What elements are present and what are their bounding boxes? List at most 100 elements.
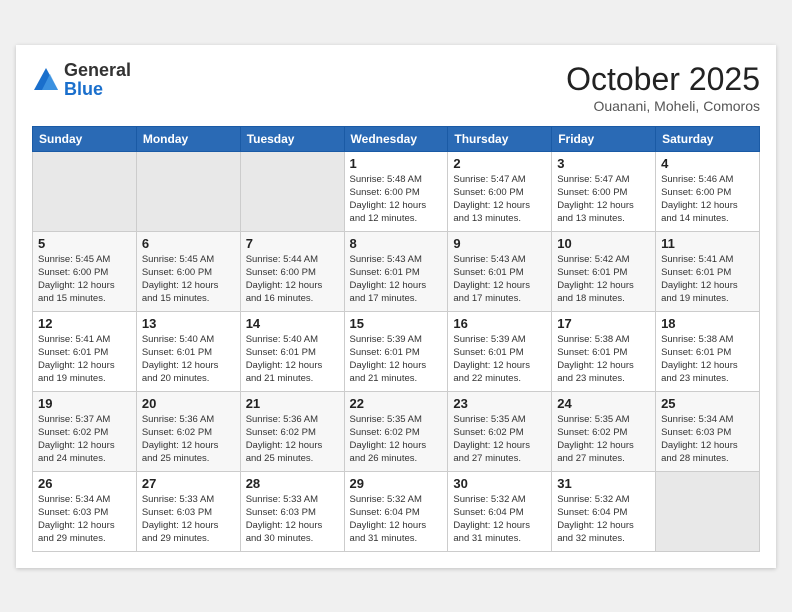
- day-info: Sunrise: 5:35 AMSunset: 6:02 PMDaylight:…: [350, 413, 443, 466]
- logo-general: General: [64, 61, 131, 81]
- day-info: Sunrise: 5:47 AMSunset: 6:00 PMDaylight:…: [453, 173, 546, 226]
- day-info: Sunrise: 5:36 AMSunset: 6:02 PMDaylight:…: [246, 413, 339, 466]
- calendar-cell: 5 Sunrise: 5:45 AMSunset: 6:00 PMDaylight…: [33, 231, 137, 311]
- day-number: 8: [350, 236, 443, 251]
- day-number: 16: [453, 316, 546, 331]
- day-info: Sunrise: 5:37 AMSunset: 6:02 PMDaylight:…: [38, 413, 131, 466]
- day-info: Sunrise: 5:43 AMSunset: 6:01 PMDaylight:…: [350, 253, 443, 306]
- day-number: 29: [350, 476, 443, 491]
- calendar-grid: SundayMondayTuesdayWednesdayThursdayFrid…: [32, 126, 760, 552]
- day-number: 12: [38, 316, 131, 331]
- logo-icon: [32, 66, 60, 94]
- title-block: October 2025 Ouanani, Moheli, Comoros: [566, 61, 760, 114]
- day-info: Sunrise: 5:40 AMSunset: 6:01 PMDaylight:…: [246, 333, 339, 386]
- day-number: 6: [142, 236, 235, 251]
- day-number: 27: [142, 476, 235, 491]
- weekday-header: Friday: [552, 126, 656, 151]
- calendar-week-row: 19Sunrise: 5:37 AMSunset: 6:02 PMDayligh…: [33, 391, 760, 471]
- day-number: 2: [453, 156, 546, 171]
- calendar-week-row: 12Sunrise: 5:41 AMSunset: 6:01 PMDayligh…: [33, 311, 760, 391]
- weekday-header: Wednesday: [344, 126, 448, 151]
- day-number: 22: [350, 396, 443, 411]
- day-info: Sunrise: 5:39 AMSunset: 6:01 PMDaylight:…: [350, 333, 443, 386]
- calendar-cell: 14Sunrise: 5:40 AMSunset: 6:01 PMDayligh…: [240, 311, 344, 391]
- day-info: Sunrise: 5:32 AMSunset: 6:04 PMDaylight:…: [557, 493, 650, 546]
- day-info: Sunrise: 5:42 AMSunset: 6:01 PMDaylight:…: [557, 253, 650, 306]
- calendar-cell: 7Sunrise: 5:44 AMSunset: 6:00 PMDaylight…: [240, 231, 344, 311]
- calendar-cell: 1 Sunrise: 5:48 AMSunset: 6:00 PMDaylight…: [344, 151, 448, 231]
- calendar-cell: 25 Sunrise: 5:34 AMSunset: 6:03 PMDayligh…: [656, 391, 760, 471]
- weekday-header: Saturday: [656, 126, 760, 151]
- logo-text: General Blue: [64, 61, 131, 101]
- day-info: Sunrise: 5:33 AMSunset: 6:03 PMDaylight:…: [246, 493, 339, 546]
- day-info: Sunrise: 5:34 AMSunset: 6:03 PMDaylight:…: [38, 493, 131, 546]
- weekday-header: Tuesday: [240, 126, 344, 151]
- calendar-body: 1 Sunrise: 5:48 AMSunset: 6:00 PMDaylight…: [33, 151, 760, 551]
- day-number: 18: [661, 316, 754, 331]
- calendar-header-row: SundayMondayTuesdayWednesdayThursdayFrid…: [33, 126, 760, 151]
- calendar-cell: 16Sunrise: 5:39 AMSunset: 6:01 PMDayligh…: [448, 311, 552, 391]
- calendar-cell: [656, 471, 760, 551]
- calendar-cell: 11 Sunrise: 5:41 AMSunset: 6:01 PMDayligh…: [656, 231, 760, 311]
- calendar-cell: 18Sunrise: 5:38 AMSunset: 6:01 PMDayligh…: [656, 311, 760, 391]
- calendar-week-row: 26 Sunrise: 5:34 AMSunset: 6:03 PMDayligh…: [33, 471, 760, 551]
- calendar-cell: 2 Sunrise: 5:47 AMSunset: 6:00 PMDaylight…: [448, 151, 552, 231]
- weekday-header: Thursday: [448, 126, 552, 151]
- day-info: Sunrise: 5:45 AMSunset: 6:00 PMDaylight:…: [38, 253, 131, 306]
- day-info: Sunrise: 5:35 AMSunset: 6:02 PMDaylight:…: [557, 413, 650, 466]
- calendar-cell: 27 Sunrise: 5:33 AMSunset: 6:03 PMDayligh…: [136, 471, 240, 551]
- day-number: 23: [453, 396, 546, 411]
- calendar-cell: 3Sunrise: 5:47 AMSunset: 6:00 PMDaylight…: [552, 151, 656, 231]
- day-info: Sunrise: 5:43 AMSunset: 6:01 PMDaylight:…: [453, 253, 546, 306]
- calendar-cell: 9 Sunrise: 5:43 AMSunset: 6:01 PMDaylight…: [448, 231, 552, 311]
- calendar-cell: 30Sunrise: 5:32 AMSunset: 6:04 PMDayligh…: [448, 471, 552, 551]
- logo-blue: Blue: [64, 80, 131, 100]
- calendar-week-row: 1 Sunrise: 5:48 AMSunset: 6:00 PMDaylight…: [33, 151, 760, 231]
- day-info: Sunrise: 5:41 AMSunset: 6:01 PMDaylight:…: [661, 253, 754, 306]
- calendar-cell: [240, 151, 344, 231]
- calendar-header: General Blue October 2025 Ouanani, Mohel…: [32, 61, 760, 114]
- calendar-week-row: 5 Sunrise: 5:45 AMSunset: 6:00 PMDaylight…: [33, 231, 760, 311]
- day-info: Sunrise: 5:34 AMSunset: 6:03 PMDaylight:…: [661, 413, 754, 466]
- day-number: 13: [142, 316, 235, 331]
- day-info: Sunrise: 5:32 AMSunset: 6:04 PMDaylight:…: [453, 493, 546, 546]
- calendar-cell: 4Sunrise: 5:46 AMSunset: 6:00 PMDaylight…: [656, 151, 760, 231]
- day-info: Sunrise: 5:45 AMSunset: 6:00 PMDaylight:…: [142, 253, 235, 306]
- day-info: Sunrise: 5:33 AMSunset: 6:03 PMDaylight:…: [142, 493, 235, 546]
- day-number: 28: [246, 476, 339, 491]
- calendar-cell: 15Sunrise: 5:39 AMSunset: 6:01 PMDayligh…: [344, 311, 448, 391]
- calendar-cell: 23Sunrise: 5:35 AMSunset: 6:02 PMDayligh…: [448, 391, 552, 471]
- weekday-header: Sunday: [33, 126, 137, 151]
- logo: General Blue: [32, 61, 131, 101]
- location: Ouanani, Moheli, Comoros: [566, 98, 760, 114]
- calendar-cell: 26 Sunrise: 5:34 AMSunset: 6:03 PMDayligh…: [33, 471, 137, 551]
- calendar-cell: 29 Sunrise: 5:32 AMSunset: 6:04 PMDayligh…: [344, 471, 448, 551]
- day-number: 24: [557, 396, 650, 411]
- calendar-cell: 6 Sunrise: 5:45 AMSunset: 6:00 PMDaylight…: [136, 231, 240, 311]
- day-info: Sunrise: 5:48 AMSunset: 6:00 PMDaylight:…: [350, 173, 443, 226]
- day-number: 9: [453, 236, 546, 251]
- calendar-cell: 31Sunrise: 5:32 AMSunset: 6:04 PMDayligh…: [552, 471, 656, 551]
- weekday-row: SundayMondayTuesdayWednesdayThursdayFrid…: [33, 126, 760, 151]
- day-info: Sunrise: 5:32 AMSunset: 6:04 PMDaylight:…: [350, 493, 443, 546]
- calendar-cell: 8 Sunrise: 5:43 AMSunset: 6:01 PMDaylight…: [344, 231, 448, 311]
- calendar-cell: 22 Sunrise: 5:35 AMSunset: 6:02 PMDayligh…: [344, 391, 448, 471]
- day-info: Sunrise: 5:47 AMSunset: 6:00 PMDaylight:…: [557, 173, 650, 226]
- day-number: 10: [557, 236, 650, 251]
- day-number: 25: [661, 396, 754, 411]
- calendar-cell: 28 Sunrise: 5:33 AMSunset: 6:03 PMDayligh…: [240, 471, 344, 551]
- calendar-cell: [136, 151, 240, 231]
- day-number: 11: [661, 236, 754, 251]
- day-number: 5: [38, 236, 131, 251]
- day-number: 1: [350, 156, 443, 171]
- calendar-container: General Blue October 2025 Ouanani, Mohel…: [16, 45, 776, 568]
- calendar-cell: 13Sunrise: 5:40 AMSunset: 6:01 PMDayligh…: [136, 311, 240, 391]
- calendar-cell: 21Sunrise: 5:36 AMSunset: 6:02 PMDayligh…: [240, 391, 344, 471]
- calendar-cell: 19Sunrise: 5:37 AMSunset: 6:02 PMDayligh…: [33, 391, 137, 471]
- day-info: Sunrise: 5:46 AMSunset: 6:00 PMDaylight:…: [661, 173, 754, 226]
- day-info: Sunrise: 5:38 AMSunset: 6:01 PMDaylight:…: [557, 333, 650, 386]
- day-number: 17: [557, 316, 650, 331]
- calendar-cell: 10 Sunrise: 5:42 AMSunset: 6:01 PMDayligh…: [552, 231, 656, 311]
- calendar-cell: 17 Sunrise: 5:38 AMSunset: 6:01 PMDayligh…: [552, 311, 656, 391]
- day-number: 26: [38, 476, 131, 491]
